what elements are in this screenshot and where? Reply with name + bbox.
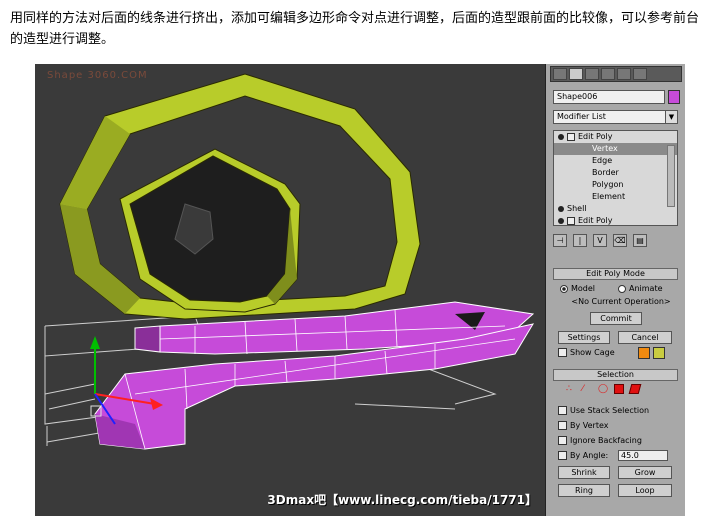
edge-level-icon[interactable]: ⁄ bbox=[582, 384, 592, 394]
watermark-bottom: 3Dmax吧【www.linecg.com/tieba/1771】 bbox=[267, 493, 537, 507]
remove-modifier-icon[interactable]: ⌫ bbox=[613, 233, 627, 247]
utilities-tab-icon[interactable] bbox=[633, 68, 647, 80]
model-label: Model bbox=[571, 284, 596, 293]
make-unique-icon[interactable]: V bbox=[593, 233, 607, 247]
expand-icon[interactable] bbox=[567, 132, 575, 141]
checkbox-icon bbox=[558, 451, 567, 460]
vertex-level-icon[interactable]: ∴ bbox=[566, 384, 576, 394]
radio-selected-icon bbox=[560, 284, 568, 293]
command-panel: Shape006 Modifier List ▼ Edit Poly Verte… bbox=[545, 64, 685, 516]
motion-tab-icon[interactable] bbox=[601, 68, 615, 80]
lightbulb-icon[interactable] bbox=[558, 217, 564, 224]
by-vertex-label: By Vertex bbox=[570, 421, 609, 430]
perspective-viewport[interactable]: Shape 3060.COM 3Dmax吧【www.linecg.com/tie… bbox=[35, 64, 545, 516]
stack-subitem-vertex[interactable]: Vertex bbox=[554, 143, 677, 155]
caption-text: 用同样的方法对后面的线条进行挤出，添加可编辑多边形命令对点进行调整，后面的造型跟… bbox=[10, 11, 700, 47]
cancel-button[interactable]: Cancel bbox=[618, 331, 672, 344]
configure-modifier-sets-icon[interactable]: ▤ bbox=[633, 233, 647, 247]
stack-item-shell[interactable]: Shell bbox=[554, 203, 677, 215]
stack-subitem-element[interactable]: Element bbox=[554, 191, 677, 203]
checkbox-icon bbox=[558, 436, 567, 445]
modifier-list-dropdown[interactable]: Modifier List ▼ bbox=[553, 110, 678, 124]
animate-radio[interactable]: Animate bbox=[618, 284, 663, 294]
angle-spinner[interactable]: 45.0 bbox=[618, 450, 668, 461]
checkbox-icon bbox=[558, 406, 567, 415]
by-angle-checkbox[interactable]: By Angle: bbox=[558, 451, 608, 461]
modify-tab-icon[interactable] bbox=[569, 68, 583, 80]
shrink-button[interactable]: Shrink bbox=[558, 466, 610, 479]
command-panel-tabs bbox=[550, 66, 682, 82]
create-tab-icon[interactable] bbox=[553, 68, 567, 80]
stack-item-edit-poly[interactable]: Edit Poly bbox=[554, 131, 677, 143]
stack-scrollbar[interactable] bbox=[667, 145, 675, 207]
use-stack-selection-checkbox[interactable]: Use Stack Selection bbox=[558, 406, 649, 416]
checkbox-icon bbox=[558, 348, 567, 357]
stack-item-label: Shell bbox=[567, 204, 587, 213]
grow-button[interactable]: Grow bbox=[618, 466, 672, 479]
ignore-backfacing-label: Ignore Backfacing bbox=[570, 436, 642, 445]
stack-tools-row: ⊣ | V ⌫ ▤ bbox=[553, 232, 678, 248]
show-cage-label: Show Cage bbox=[570, 348, 615, 357]
object-color-swatch[interactable] bbox=[668, 90, 680, 104]
edit-poly-mode-rollout[interactable]: Edit Poly Mode bbox=[553, 268, 678, 280]
stack-item-label: Edit Poly bbox=[578, 132, 613, 141]
commit-button[interactable]: Commit bbox=[590, 312, 642, 325]
modifier-list-label: Modifier List bbox=[557, 112, 606, 121]
cage-color-swatch-2[interactable] bbox=[653, 347, 665, 359]
hierarchy-tab-icon[interactable] bbox=[585, 68, 599, 80]
ignore-backfacing-checkbox[interactable]: Ignore Backfacing bbox=[558, 436, 642, 446]
stack-item-label: Edit Poly bbox=[578, 216, 613, 225]
lightbulb-icon[interactable] bbox=[558, 205, 564, 212]
by-angle-label: By Angle: bbox=[570, 451, 609, 460]
pin-stack-icon[interactable]: ⊣ bbox=[553, 233, 567, 247]
max-screenshot: Shape 3060.COM 3Dmax吧【www.linecg.com/tie… bbox=[35, 64, 685, 516]
watermark-top: Shape 3060.COM bbox=[47, 70, 148, 81]
checkbox-icon bbox=[558, 421, 567, 430]
selection-rollout[interactable]: Selection bbox=[553, 369, 678, 381]
use-stack-selection-label: Use Stack Selection bbox=[570, 406, 650, 415]
stack-subitem-polygon[interactable]: Polygon bbox=[554, 179, 677, 191]
expand-icon[interactable] bbox=[567, 216, 575, 225]
polygon-level-icon[interactable] bbox=[614, 384, 624, 394]
subobject-level-icons: ∴ ⁄ ◯ bbox=[566, 384, 642, 394]
stack-item-edit-poly-2[interactable]: Edit Poly bbox=[554, 215, 677, 225]
current-operation-status: <No Current Operation> bbox=[571, 297, 671, 306]
by-vertex-checkbox[interactable]: By Vertex bbox=[558, 421, 608, 431]
radio-icon bbox=[618, 284, 626, 293]
chevron-down-icon: ▼ bbox=[665, 111, 677, 123]
show-cage-checkbox[interactable]: Show Cage bbox=[558, 348, 615, 358]
stack-subitem-border[interactable]: Border bbox=[554, 167, 677, 179]
loop-button[interactable]: Loop bbox=[618, 484, 672, 497]
display-tab-icon[interactable] bbox=[617, 68, 631, 80]
modifier-stack[interactable]: Edit Poly Vertex Edge Border Polygon Ele… bbox=[553, 130, 678, 226]
border-level-icon[interactable]: ◯ bbox=[598, 384, 608, 394]
cage-color-swatch-1[interactable] bbox=[638, 347, 650, 359]
show-end-result-icon[interactable]: | bbox=[573, 233, 587, 247]
element-level-icon[interactable] bbox=[628, 384, 642, 394]
ring-button[interactable]: Ring bbox=[558, 484, 610, 497]
animate-label: Animate bbox=[629, 284, 663, 293]
settings-button[interactable]: Settings bbox=[558, 331, 610, 344]
lightbulb-icon[interactable] bbox=[558, 133, 564, 140]
stack-subitem-edge[interactable]: Edge bbox=[554, 155, 677, 167]
model-radio[interactable]: Model bbox=[560, 284, 595, 294]
scene-geometry bbox=[44, 73, 535, 450]
object-name-field[interactable]: Shape006 bbox=[553, 90, 665, 104]
